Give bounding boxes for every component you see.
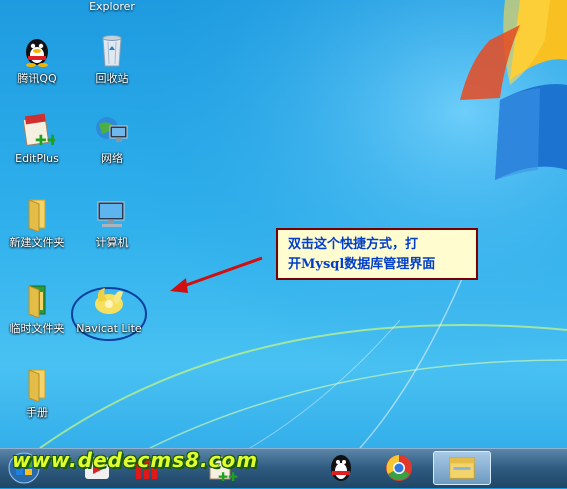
desktop-icon-qq[interactable]: 腾讯QQ — [2, 32, 72, 85]
editplus-icon: ✚✚ — [19, 112, 58, 149]
svg-text:✚✚: ✚✚ — [218, 470, 238, 484]
desktop-icon-label: 计算机 — [95, 236, 129, 249]
explorer-folder-icon — [449, 457, 475, 479]
callout-line-1: 双击这个快捷方式，打 — [288, 237, 419, 252]
network-icon — [94, 112, 130, 148]
desktop-icon-editplus[interactable]: ✚✚ EditPlus — [2, 112, 72, 165]
desktop-icon-label: 临时文件夹 — [9, 322, 65, 335]
desktop-icon-label: EditPlus — [15, 152, 59, 165]
desktop-icon-label: 新建文件夹 — [9, 236, 65, 249]
folder-icon — [19, 196, 55, 233]
desktop-icon-temp-folder[interactable]: 临时文件夹 — [2, 282, 72, 335]
desktop-icon-label: 网络 — [101, 152, 123, 165]
navicat-icon — [91, 282, 127, 318]
folder-icon — [19, 282, 55, 319]
taskbar-qq[interactable] — [318, 451, 364, 485]
desktop-icon-network[interactable]: 网络 — [77, 112, 147, 165]
desktop-icon-label: 腾讯QQ — [17, 72, 57, 85]
desktop-icon-navicat-lite[interactable]: Navicat Lite — [74, 282, 144, 335]
folder-icon — [19, 366, 55, 403]
chrome-icon — [386, 455, 412, 481]
watermark: www.dedecms8.com — [12, 448, 259, 472]
callout-line-2: 开Mysql数据库管理界面 — [288, 257, 436, 272]
desktop-icon-computer[interactable]: 计算机 — [77, 196, 147, 249]
desktop-icon-manual[interactable]: 手册 — [2, 366, 72, 419]
taskbar-chrome[interactable] — [376, 451, 422, 485]
recycle-bin-icon — [94, 32, 130, 68]
desktop-icon-label: 手册 — [26, 406, 48, 419]
computer-icon — [94, 196, 130, 232]
qq-penguin-icon — [331, 455, 351, 481]
qq-penguin-icon — [19, 32, 55, 68]
desktop-icon-new-folder[interactable]: 新建文件夹 — [2, 196, 72, 249]
desktop-icon-label: 回收站 — [95, 72, 129, 85]
desktop-icon-label: Navicat Lite — [76, 322, 142, 335]
taskbar-explorer[interactable] — [433, 451, 491, 485]
desktop: Explorer 腾讯QQ 回收站 ✚✚ EditPlus 网络 新建文件夹 计… — [0, 0, 567, 448]
explorer-label: Explorer — [89, 0, 135, 13]
instruction-callout: 双击这个快捷方式，打 开Mysql数据库管理界面 — [276, 228, 478, 280]
desktop-icon-recycle-bin[interactable]: 回收站 — [77, 32, 147, 85]
svg-text:✚✚: ✚✚ — [35, 133, 55, 148]
